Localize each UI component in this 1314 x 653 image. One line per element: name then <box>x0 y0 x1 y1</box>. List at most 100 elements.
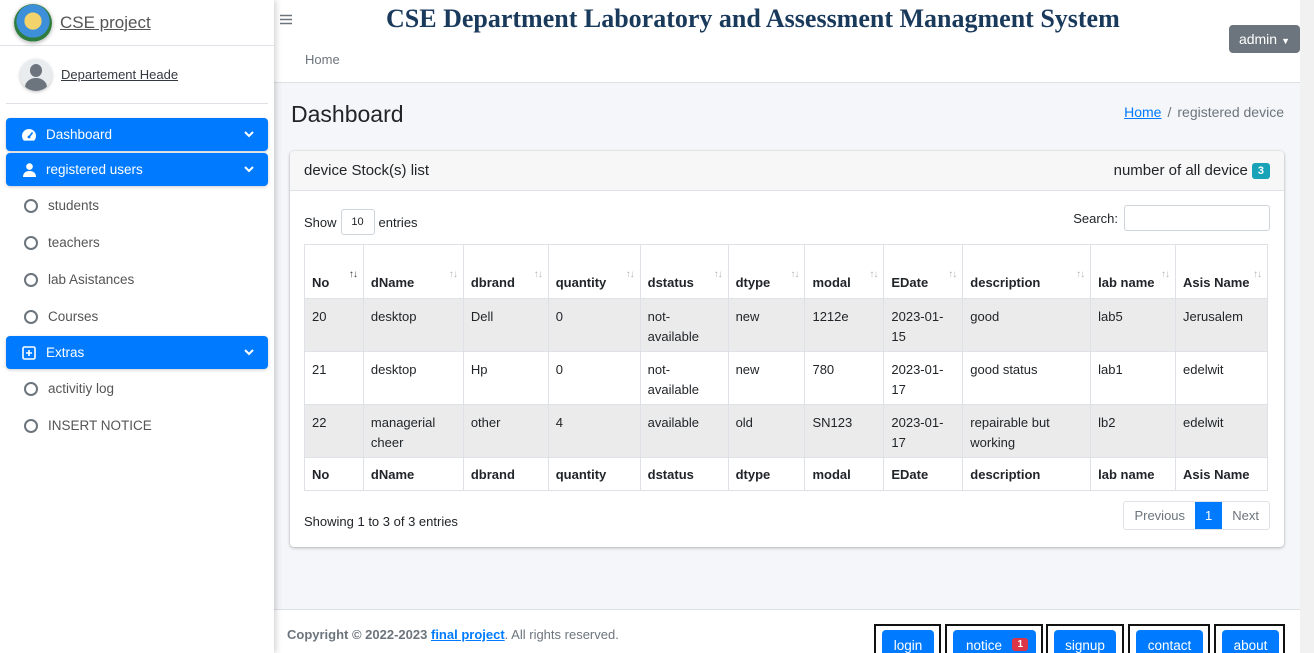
entries-length-select[interactable]: 10 <box>340 209 375 235</box>
admin-label: admin <box>1238 31 1278 47</box>
column-header-label: lab name <box>1098 275 1155 290</box>
brand-title[interactable]: CSE project <box>60 13 151 33</box>
menu-toggle-icon[interactable] <box>280 12 292 30</box>
column-header[interactable]: dstatus ↑↓ <box>639 244 729 299</box>
table-cell: 22 <box>304 404 364 458</box>
admin-dropdown-button[interactable]: admin ▼ <box>1228 25 1300 53</box>
table-cell: available <box>639 404 729 458</box>
column-header-label: description <box>970 275 1041 290</box>
copyright-prefix: Copyright © 2022-2023 <box>287 627 428 642</box>
sidebar-item-students[interactable]: students <box>6 188 268 223</box>
signup-button[interactable]: signup <box>1054 630 1116 653</box>
entries-label: entries <box>378 214 418 230</box>
table-cell: managerial cheer <box>362 404 464 458</box>
table-cell: 2023-01-17 <box>883 351 964 405</box>
column-header[interactable]: quantity ↑↓ <box>547 244 641 299</box>
sidebar-item-activity-log[interactable]: activitiy log <box>6 371 268 406</box>
about-button[interactable]: about <box>1222 630 1279 653</box>
page-title: Dashboard <box>291 101 404 127</box>
notice-button[interactable]: notice 1 <box>953 630 1036 653</box>
circle-icon <box>22 198 40 213</box>
table-cell: Hp <box>462 351 549 405</box>
table-cell: 1212e <box>804 298 885 352</box>
column-header[interactable]: description ↑↓ <box>962 244 1092 299</box>
pagination-page-1[interactable]: 1 <box>1195 502 1223 529</box>
chevron-down-icon <box>244 129 254 141</box>
user-panel: Departement Heade <box>6 46 268 104</box>
sidebar-item-extras[interactable]: Extras <box>6 336 268 369</box>
device-count-label: number of all device <box>1113 162 1248 179</box>
column-header[interactable]: No ↑↓ <box>304 244 364 299</box>
avatar <box>20 58 52 91</box>
page-scrollbar[interactable] <box>1300 0 1314 653</box>
table-cell: Dell <box>462 298 549 352</box>
sort-arrows-icon: ↑↓ <box>533 269 543 280</box>
search-label: Search: <box>1073 210 1118 226</box>
column-header[interactable]: modal ↑↓ <box>804 244 885 299</box>
table-footer-row: No dName dbrand quantity dstatus dtype modal ED… <box>304 457 1268 491</box>
table-cell: edelwit <box>1175 404 1268 458</box>
datatable-footer: Showing 1 to 3 of 3 entries Previous 1 N… <box>304 501 1270 530</box>
search-input[interactable] <box>1124 205 1270 231</box>
column-header[interactable]: dbrand ↑↓ <box>462 244 549 299</box>
sidebar-item-dashboard[interactable]: Dashboard <box>6 118 268 151</box>
about-button-frame: about <box>1214 624 1285 653</box>
breadcrumb-home-link[interactable]: Home <box>1124 104 1161 120</box>
column-footer: dstatus <box>639 457 729 491</box>
table-header-row: No ↑↓ dName ↑↓ dbrand ↑↓ quantity ↑↓ dstatus ↑↓ dt… <box>304 244 1268 299</box>
contact-button[interactable]: contact <box>1136 630 1203 653</box>
column-header[interactable]: dtype ↑↓ <box>727 244 806 299</box>
page-footer: Copyright © 2022-2023 final project. All… <box>274 609 1314 653</box>
user-name-link[interactable]: Departement Heade <box>61 67 178 82</box>
column-footer: dbrand <box>462 457 549 491</box>
column-header-label: quantity <box>555 275 607 290</box>
table-cell: 2023-01-15 <box>883 298 964 352</box>
column-header[interactable]: dName ↑↓ <box>362 244 464 299</box>
table-cell: 21 <box>304 351 364 405</box>
nav-home-link[interactable]: Home <box>305 52 340 67</box>
final-project-link[interactable]: final project <box>431 627 505 642</box>
sidebar-item-label: activitiy log <box>48 381 115 396</box>
column-header[interactable]: EDate ↑↓ <box>883 244 964 299</box>
column-header-label: EDate <box>891 275 929 290</box>
table-cell: edelwit <box>1175 351 1268 405</box>
sidebar-item-teachers[interactable]: teachers <box>6 225 268 260</box>
column-footer: description <box>962 457 1092 491</box>
table-row[interactable]: 20 desktop Dell 0 not-available new 1212e 2023-… <box>304 298 1268 352</box>
search-control: Search: <box>1073 205 1270 231</box>
pagination-previous[interactable]: Previous <box>1124 502 1195 529</box>
sidebar-item-lab-asistances[interactable]: lab Asistances <box>6 262 268 297</box>
sort-arrows-icon: ↑↓ <box>948 269 957 280</box>
table-cell: repairable but working <box>962 404 1092 458</box>
sidebar-item-label: teachers <box>48 235 100 250</box>
table-cell: lab5 <box>1090 298 1176 352</box>
main-content: Dashboard Home / registered device device … <box>274 83 1314 609</box>
sidebar-item-label: lab Asistances <box>48 272 135 287</box>
show-label: Show <box>304 214 337 230</box>
sidebar-item-label: students <box>48 198 100 213</box>
sort-arrows-icon: ↑↓ <box>869 269 878 280</box>
login-button-frame: login <box>874 624 941 653</box>
signup-button-frame: signup <box>1046 624 1124 653</box>
sidebar-item-courses[interactable]: Courses <box>6 299 268 334</box>
circle-icon <box>22 235 40 250</box>
column-header-label: Asis Name <box>1183 275 1250 290</box>
pagination-next[interactable]: Next <box>1222 502 1269 529</box>
login-button[interactable]: login <box>882 630 934 653</box>
column-header[interactable]: lab name ↑↓ <box>1090 244 1176 299</box>
table-cell: good <box>962 298 1092 352</box>
column-header[interactable]: Asis Name ↑↓ <box>1175 244 1268 299</box>
column-header-label: modal <box>812 275 851 290</box>
table-row[interactable]: 21 desktop Hp 0 not-available new 780 2023-01-1… <box>304 351 1268 405</box>
table-cell: new <box>727 351 806 405</box>
table-row[interactable]: 22 managerial cheer other 4 available old SN12… <box>304 404 1268 458</box>
top-navbar: CSE Department Laboratory and Assessment… <box>274 0 1314 83</box>
user-icon <box>20 162 38 177</box>
table-header: No ↑↓ dName ↑↓ dbrand ↑↓ quantity ↑↓ dstatus ↑↓ dt… <box>304 244 1268 299</box>
brand-link[interactable]: CSE project <box>0 0 274 46</box>
sort-arrows-icon: ↑↓ <box>790 269 799 280</box>
notice-button-frame: notice 1 <box>945 624 1043 653</box>
sidebar-item-insert-notice[interactable]: INSERT NOTICE <box>6 408 268 443</box>
sidebar-item-registered-users[interactable]: registered users <box>6 153 268 186</box>
sort-arrows-icon: ↑↓ <box>1161 269 1170 280</box>
